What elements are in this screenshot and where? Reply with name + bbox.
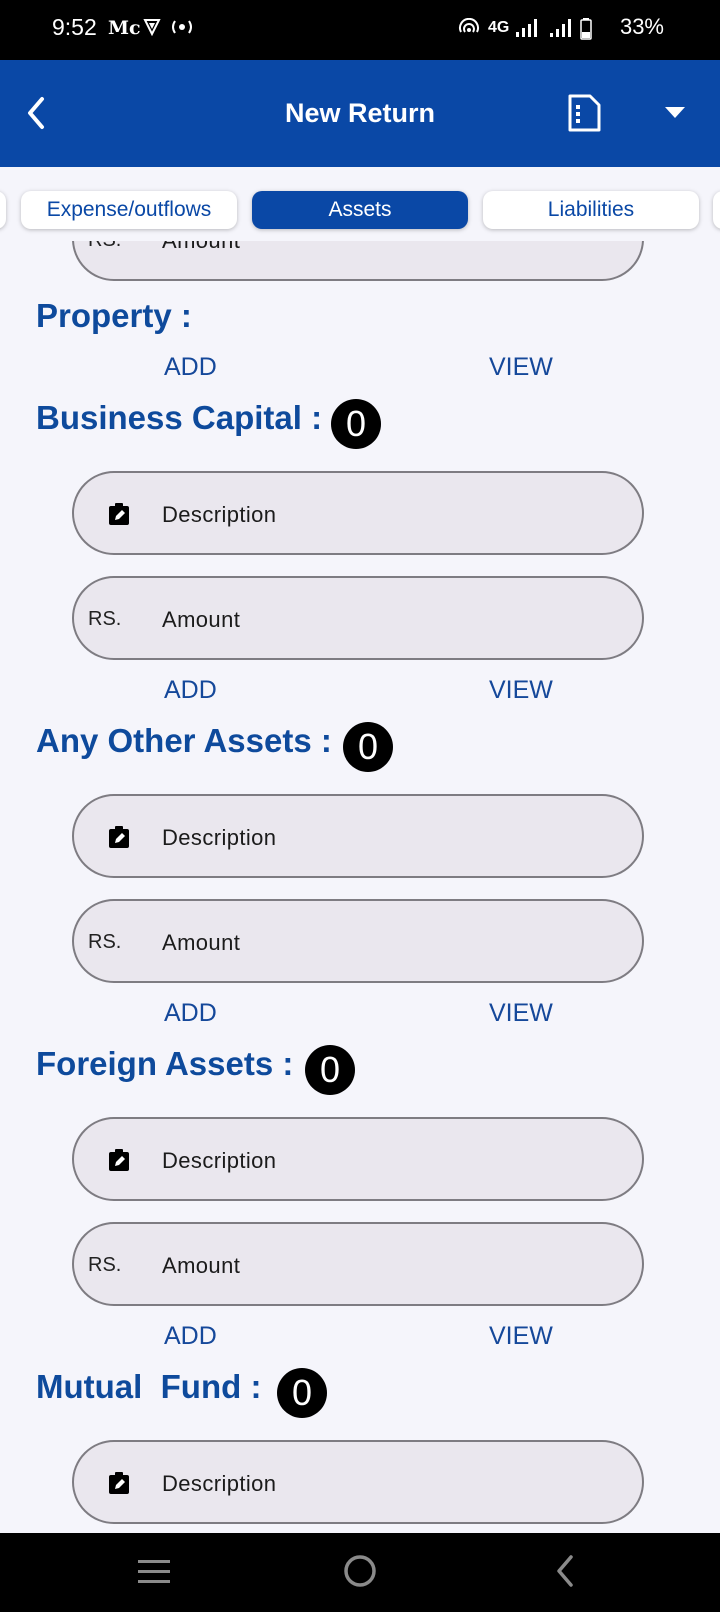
back-nav-icon[interactable] (553, 1553, 577, 1589)
business-capital-amount-field[interactable]: RS. Amount (72, 576, 644, 660)
business-capital-add-button[interactable]: ADD (164, 676, 217, 705)
mutual-fund-description-field[interactable]: Description (72, 1440, 644, 1524)
carrier-mark: Mc (108, 17, 141, 39)
home-icon[interactable] (342, 1553, 378, 1589)
tab-bar: Expense/outflows Assets Liabilities (0, 167, 720, 241)
clipboard-edit-icon (109, 503, 129, 525)
other-assets-amount-field[interactable]: RS. Amount (72, 899, 644, 983)
currency-prefix: RS. (88, 931, 122, 953)
clipboard-edit-icon (109, 1472, 129, 1494)
vpn-shield-icon (143, 18, 161, 41)
tab-expense-outflows[interactable]: Expense/outflows (21, 191, 237, 229)
other-assets-heading: Any Other Assets : (36, 722, 332, 759)
foreign-assets-add-button[interactable]: ADD (164, 1322, 217, 1351)
app-bar: New Return (0, 60, 720, 167)
tab-partial-right[interactable] (713, 191, 720, 229)
business-capital-view-button[interactable]: VIEW (489, 676, 553, 705)
signal-icon (514, 18, 538, 43)
description-placeholder: Description (162, 1471, 277, 1496)
amount-placeholder: Amount (162, 930, 241, 955)
clipboard-edit-icon (109, 826, 129, 848)
foreign-assets-view-button[interactable]: VIEW (489, 1322, 553, 1351)
other-assets-count-badge: 0 (343, 722, 393, 772)
amount-placeholder: Amount (162, 1253, 241, 1278)
tab-liabilities[interactable]: Liabilities (483, 191, 699, 229)
business-capital-heading: Business Capital : (36, 399, 323, 436)
property-view-button[interactable]: VIEW (489, 353, 553, 382)
page-title: New Return (284, 98, 436, 128)
status-bar: 9:52 Mc 4G 33% (0, 0, 720, 60)
dropdown-arrow-icon (665, 107, 685, 118)
other-assets-view-button[interactable]: VIEW (489, 999, 553, 1028)
foreign-assets-amount-field[interactable]: RS. Amount (72, 1222, 644, 1306)
description-placeholder: Description (162, 502, 277, 527)
menu-dropdown-button[interactable] (664, 106, 686, 120)
tab-assets[interactable]: Assets (252, 191, 468, 229)
other-assets-add-button[interactable]: ADD (164, 999, 217, 1028)
mutual-fund-count-badge: 0 (277, 1368, 327, 1418)
status-time: 9:52 (52, 14, 97, 40)
business-capital-count-badge: 0 (331, 399, 381, 449)
description-placeholder: Description (162, 825, 277, 850)
system-nav-bar (0, 1533, 720, 1612)
document-icon (568, 94, 601, 132)
description-placeholder: Description (162, 1148, 277, 1173)
mutual-fund-heading: Mutual Fund : (36, 1368, 262, 1405)
currency-prefix: RS. (88, 241, 121, 252)
battery-percent: 33% (619, 14, 664, 39)
foreign-assets-count-badge: 0 (305, 1045, 355, 1095)
document-button[interactable] (566, 93, 602, 133)
recent-apps-icon[interactable] (136, 1555, 172, 1587)
foreign-assets-heading: Foreign Assets : (36, 1045, 294, 1082)
chevron-left-icon (28, 97, 44, 129)
business-capital-description-field[interactable]: Description (72, 471, 644, 555)
signal-icon-2 (548, 18, 574, 43)
assets-form: RS. Amount Property : ADD VIEW Business … (0, 241, 720, 1533)
foreign-assets-description-field[interactable]: Description (72, 1117, 644, 1201)
tab-partial-left[interactable] (0, 191, 6, 229)
amount-placeholder: Amount (162, 607, 241, 632)
clipboard-edit-icon (109, 1149, 129, 1171)
hotspot-icon (170, 18, 194, 41)
property-add-button[interactable]: ADD (164, 353, 217, 382)
other-assets-description-field[interactable]: Description (72, 794, 644, 878)
wifi-calling-icon (458, 17, 480, 43)
amount-field-partial[interactable]: RS. Amount (72, 241, 644, 281)
currency-prefix: RS. (88, 608, 122, 630)
back-button[interactable] (22, 93, 48, 133)
battery-icon (580, 18, 592, 45)
amount-placeholder: Amount (162, 241, 240, 254)
currency-prefix: RS. (88, 1254, 122, 1276)
property-heading: Property : (36, 297, 192, 334)
network-type: 4G (488, 19, 510, 36)
